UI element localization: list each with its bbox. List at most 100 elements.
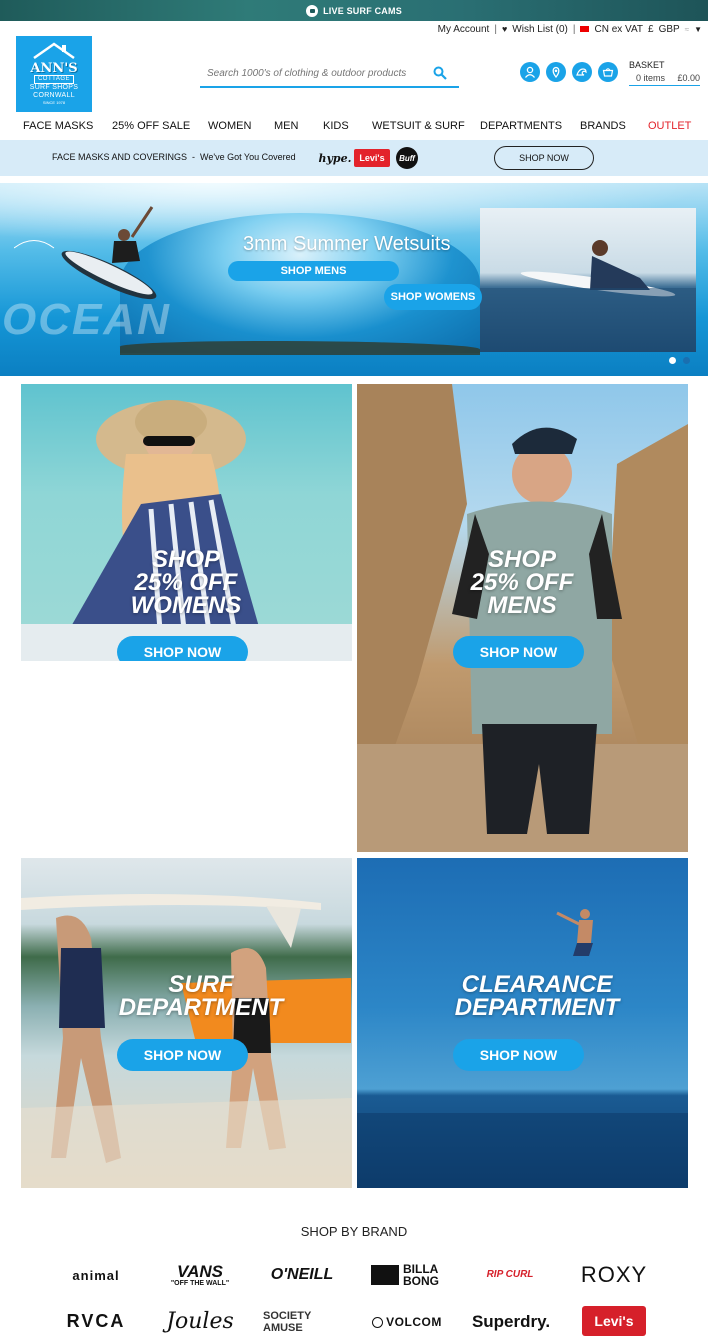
carousel-dot-2[interactable] (683, 357, 690, 364)
mens-tile-line2: 25% OFF (470, 569, 574, 596)
hero-bg-text: OCEAN (2, 295, 171, 344)
basket-underline (629, 85, 700, 86)
chevron-down-icon[interactable]: ▼ (694, 25, 702, 34)
store-locator-icon[interactable] (546, 62, 566, 82)
womens-tile-title: SHOP 25% OFF WOMENS (111, 546, 261, 619)
surf-tile-image (21, 894, 352, 1188)
search-bar (200, 60, 459, 88)
surf-shop-now-button[interactable]: SHOP NOW (117, 1039, 248, 1071)
basket-item-count: 0 items (636, 73, 666, 83)
nav-brands[interactable]: BRANDS (580, 120, 626, 132)
nav-women[interactable]: WOMEN (208, 120, 251, 132)
mens-tile-line3: MENS (487, 592, 557, 619)
brand-roxy[interactable]: ROXY (574, 1262, 654, 1288)
promo-text: FACE MASKS AND COVERINGS - We've Got You… (52, 152, 296, 162)
house-logo-icon (32, 42, 76, 64)
surf-department-tile[interactable]: SURF DEPARTMENT SHOP NOW (21, 858, 352, 1188)
logo-cornwall: CORNWALL (33, 92, 75, 99)
clearance-tile-line1: CLEARANCE (461, 971, 613, 998)
search-input[interactable] (200, 67, 420, 79)
site-logo[interactable]: ANN'S COTTAGE SURF SHOPS CORNWALL SINCE … (16, 36, 92, 112)
buff-logo[interactable]: Buff (396, 147, 418, 169)
brand-volcom[interactable]: VOLCOM (366, 1310, 448, 1334)
nav-kids[interactable]: KIDS (323, 120, 349, 132)
hero-coastline (120, 341, 480, 355)
promo-shop-now-button[interactable]: SHOP NOW (494, 146, 594, 170)
vans-tagline: "OFF THE WALL" (170, 1280, 230, 1287)
womens-tile-image (21, 400, 352, 661)
shop-by-brand-heading: SHOP BY BRAND (300, 1224, 408, 1239)
main-nav: FACE MASKS 25% OFF SALE WOMEN MEN KIDS W… (0, 116, 708, 138)
womens-tile-line1: SHOP (151, 546, 220, 573)
carousel-dot-1[interactable] (669, 357, 676, 364)
surf-tile-line2: DEPARTMENT (118, 994, 284, 1021)
nav-departments[interactable]: DEPARTMENTS (480, 120, 562, 132)
search-icon[interactable] (433, 66, 447, 80)
brand-society-amuse[interactable]: SOCIETY AMUSE (263, 1310, 343, 1334)
nav-men[interactable]: MEN (274, 120, 298, 132)
heart-icon: ♥ (501, 24, 508, 34)
logo-since: SINCE 1978 (42, 100, 66, 105)
currency-symbol: £ (648, 23, 654, 35)
womens-sale-tile[interactable]: SHOP 25% OFF WOMENS SHOP NOW (21, 384, 352, 661)
hype-logo[interactable]: hype. (319, 149, 352, 167)
clearance-department-tile[interactable]: CLEARANCE DEPARTMENT SHOP NOW (357, 858, 688, 1188)
live-surf-cams-bar[interactable]: LIVE SURF CAMS (0, 0, 708, 21)
mens-sale-tile[interactable]: SHOP 25% OFF MENS SHOP NOW (357, 384, 688, 852)
currency-toggle-icon[interactable]: ≈ (685, 25, 689, 34)
my-account-link[interactable]: My Account (438, 24, 490, 35)
camera-icon (306, 4, 319, 17)
brand-vans[interactable]: VANS "OFF THE WALL" (163, 1258, 237, 1292)
wave-icon[interactable] (572, 62, 592, 82)
hero-photo (480, 208, 696, 352)
brand-oneill[interactable]: O'NEILL (265, 1262, 339, 1288)
levis-logo[interactable]: Levi's (354, 149, 390, 167)
nav-face-masks[interactable]: FACE MASKS (23, 120, 93, 132)
surf-tile-line1: SURF (168, 971, 234, 998)
vat-selector[interactable]: CN ex VAT (594, 24, 643, 35)
brand-joules[interactable]: Joules (163, 1304, 237, 1338)
mens-shop-now-button[interactable]: SHOP NOW (453, 636, 584, 668)
mens-tile-title: SHOP 25% OFF MENS (447, 546, 597, 619)
hero-carousel[interactable]: OCEAN 3mm Summer Wetsuits SHOP MENS SHOP… (0, 183, 708, 376)
basket-summary[interactable]: BASKET 0 items £0.00 (629, 60, 700, 86)
clearance-tile-image (357, 909, 688, 1188)
brand-animal[interactable]: animal (55, 1262, 137, 1288)
billabong-mark-icon (371, 1265, 399, 1285)
wish-list-link[interactable]: Wish List (0) (512, 24, 568, 35)
nav-wetsuit-surf[interactable]: WETSUIT & SURF (372, 120, 465, 132)
volcom-wordmark: VOLCOM (386, 1315, 442, 1329)
divider: | (572, 23, 576, 35)
divider: | (494, 23, 497, 35)
live-cams-label: LIVE SURF CAMS (323, 5, 402, 16)
shop-mens-button[interactable]: SHOP MENS (228, 261, 399, 281)
womens-shop-now-button[interactable]: SHOP NOW (117, 636, 248, 661)
womens-tile-line3: WOMENS (130, 592, 242, 619)
basket-total: £0.00 (677, 73, 700, 83)
clearance-tile-title: CLEARANCE DEPARTMENT (437, 971, 637, 1021)
account-icon[interactable] (520, 62, 540, 82)
live-cams-link[interactable]: LIVE SURF CAMS (306, 4, 402, 17)
brand-superdry[interactable]: Superdry. (470, 1306, 552, 1338)
brand-levis[interactable]: Levi's (582, 1306, 646, 1336)
basket-icon[interactable] (598, 62, 618, 82)
brand-ripcurl[interactable]: RIP CURL (475, 1258, 545, 1290)
mens-tile-line1: SHOP (487, 546, 556, 573)
nav-sale[interactable]: 25% OFF SALE (112, 120, 190, 132)
currency-selector[interactable]: GBP (659, 24, 680, 35)
hero-title: 3mm Summer Wetsuits (243, 233, 451, 255)
clearance-tile-line2: DEPARTMENT (454, 994, 620, 1021)
flag-icon (580, 26, 590, 32)
brand-billabong[interactable]: BILLA BONG (368, 1260, 446, 1290)
promo-banner: FACE MASKS AND COVERINGS - We've Got You… (0, 140, 708, 176)
shop-womens-button[interactable]: SHOP WOMENS (384, 284, 482, 310)
womens-tile-line2: 25% OFF (134, 569, 238, 596)
surf-tile-title: SURF DEPARTMENT (101, 971, 301, 1021)
volcom-stone-icon (372, 1316, 384, 1328)
billabong-wordmark: BILLA BONG (403, 1262, 439, 1288)
logo-cottage: COTTAGE (33, 75, 75, 84)
clearance-shop-now-button[interactable]: SHOP NOW (453, 1039, 584, 1071)
brand-rvca[interactable]: RVCA (55, 1308, 137, 1334)
nav-outlet[interactable]: OUTLET (648, 120, 691, 132)
basket-label: BASKET (629, 60, 665, 70)
